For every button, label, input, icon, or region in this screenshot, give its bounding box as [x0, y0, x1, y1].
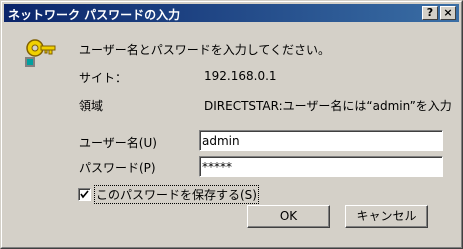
save-password-checkbox[interactable]: [78, 188, 91, 201]
site-label: サイト：: [79, 71, 128, 85]
window-title: ネットワーク パスワードの入力: [8, 8, 181, 22]
realm-value: DIRECTSTAR:ユーザー名には“admin”を入力: [204, 99, 452, 113]
ok-button[interactable]: OK: [247, 205, 330, 228]
key-icon: [25, 39, 56, 67]
save-password-label[interactable]: このパスワードを保存する(S): [94, 185, 259, 204]
cancel-button[interactable]: キャンセル: [345, 205, 428, 228]
title-bar[interactable]: ネットワーク パスワードの入力 ? ×: [4, 4, 459, 22]
password-field[interactable]: [199, 156, 443, 177]
password-dialog: ネットワーク パスワードの入力 ? × ユーザー名とパスワードを入力してください…: [0, 0, 463, 249]
check-icon: [80, 190, 89, 199]
site-value: 192.168.0.1: [204, 69, 277, 83]
close-button[interactable]: ×: [440, 6, 456, 20]
username-field[interactable]: [199, 130, 443, 151]
password-input[interactable]: [202, 159, 438, 174]
username-input[interactable]: [202, 133, 438, 148]
password-label: パスワード(P): [79, 161, 156, 175]
realm-label: 領域: [79, 99, 104, 113]
help-button[interactable]: ?: [422, 6, 438, 20]
prompt-text: ユーザー名とパスワードを入力してください。: [79, 43, 331, 57]
username-label: ユーザー名(U): [79, 136, 157, 150]
